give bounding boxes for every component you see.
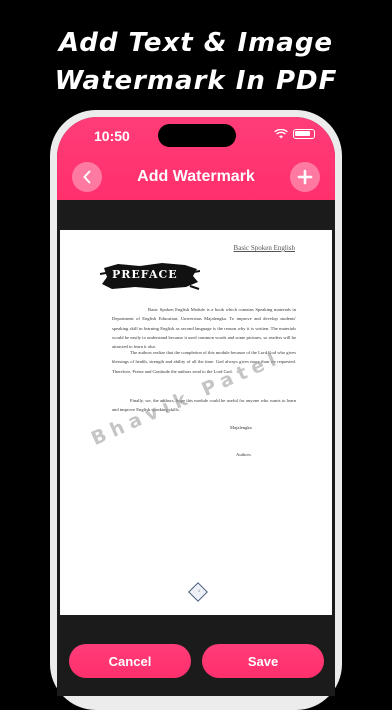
cancel-button[interactable]: Cancel [69,644,191,678]
preface-heading: PREFACE [112,268,178,281]
plus-icon [297,169,313,185]
document-header-link: Basic Spoken English [233,244,295,252]
promo-headline-line1: Add Text & Image [58,28,334,58]
preface-paragraph-1: Basic Spoken English Module is a book wh… [112,307,296,350]
top-bar: 10:50 Add Watermark [57,117,335,200]
status-icons [274,129,315,139]
page-number: i [198,588,200,593]
battery-icon [293,129,315,139]
add-watermark-button[interactable] [290,162,320,192]
wifi-icon [274,129,288,139]
status-time: 10:50 [94,128,130,144]
pdf-page-preview[interactable]: Basic Spoken English PREFACE Basic Spoke… [60,230,332,615]
promo-headline-line2: Watermark In PDF [54,66,338,96]
signature-place: Majalengka [230,425,252,430]
save-button[interactable]: Save [202,644,324,678]
app-screen: 10:50 Add Watermark Basic Spoken English [57,117,335,696]
dynamic-island [158,124,236,147]
signature-authors: Authors [236,452,251,457]
